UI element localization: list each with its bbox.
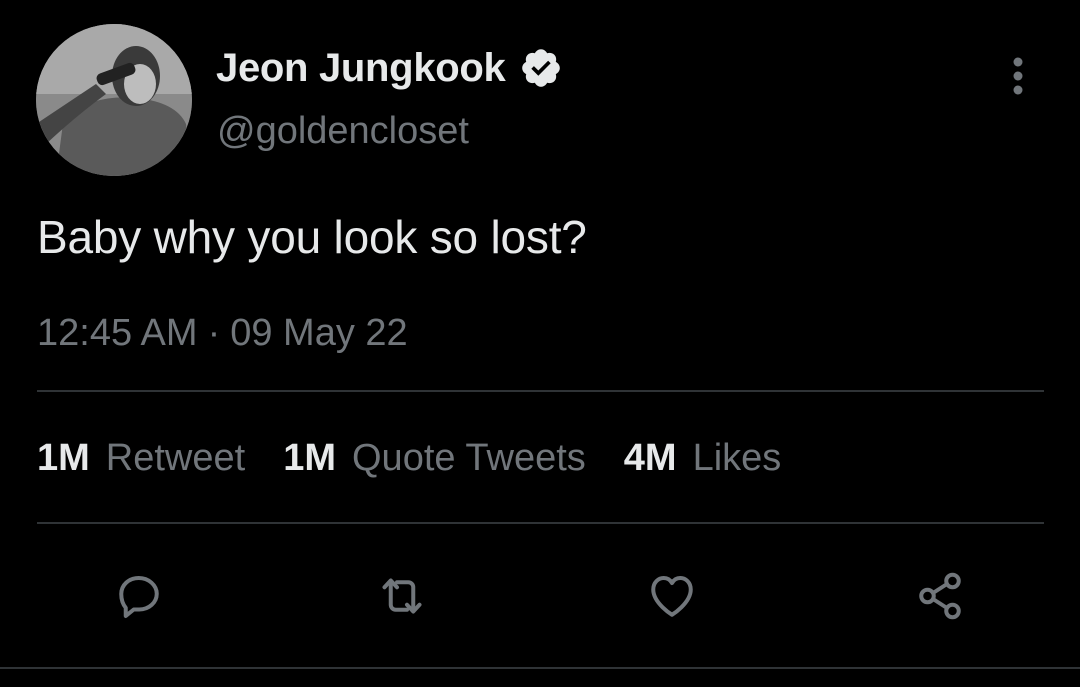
stat-label: Retweet (105, 437, 246, 479)
tweet-time[interactable]: 12:45 AM (37, 312, 198, 355)
stat-count: 4M (623, 437, 677, 479)
divider (37, 390, 1044, 392)
author-name-row: Jeon Jungkook (216, 42, 563, 94)
stat-count: 1M (283, 437, 336, 479)
author-handle[interactable]: @goldencloset (217, 110, 469, 153)
divider (37, 522, 1044, 524)
tweet-date[interactable]: 09 May 22 (230, 312, 407, 355)
stat-retweets[interactable]: 1M Retweet (37, 437, 245, 480)
retweet-button[interactable] (372, 566, 432, 626)
stat-quote-tweets[interactable]: 1M Quote Tweets (283, 437, 586, 480)
share-button[interactable] (910, 566, 970, 626)
reply-icon (119, 576, 159, 618)
verified-badge-icon (522, 49, 561, 87)
avatar-photo (36, 24, 192, 176)
divider (0, 667, 1080, 669)
stat-likes[interactable]: 4M Likes (624, 437, 782, 480)
tweet-stats: 1M Retweet 1M Quote Tweets 4M Likes (37, 437, 819, 480)
tweet-text: Baby why you look so lost? (37, 211, 587, 263)
stat-count: 1M (37, 437, 90, 479)
avatar[interactable] (36, 24, 192, 176)
reply-button[interactable] (110, 566, 170, 626)
display-name[interactable]: Jeon Jungkook (216, 46, 506, 91)
retweet-icon (382, 578, 422, 614)
stat-label: Quote Tweets (352, 437, 586, 479)
stat-label: Likes (692, 437, 782, 479)
meta-separator: · (207, 312, 221, 354)
like-icon (651, 576, 693, 617)
more-vertical-icon[interactable] (1004, 56, 1032, 96)
like-button[interactable] (642, 566, 702, 626)
share-icon (919, 572, 961, 620)
tweet-meta: 12:45 AM · 09 May 22 (37, 312, 408, 355)
